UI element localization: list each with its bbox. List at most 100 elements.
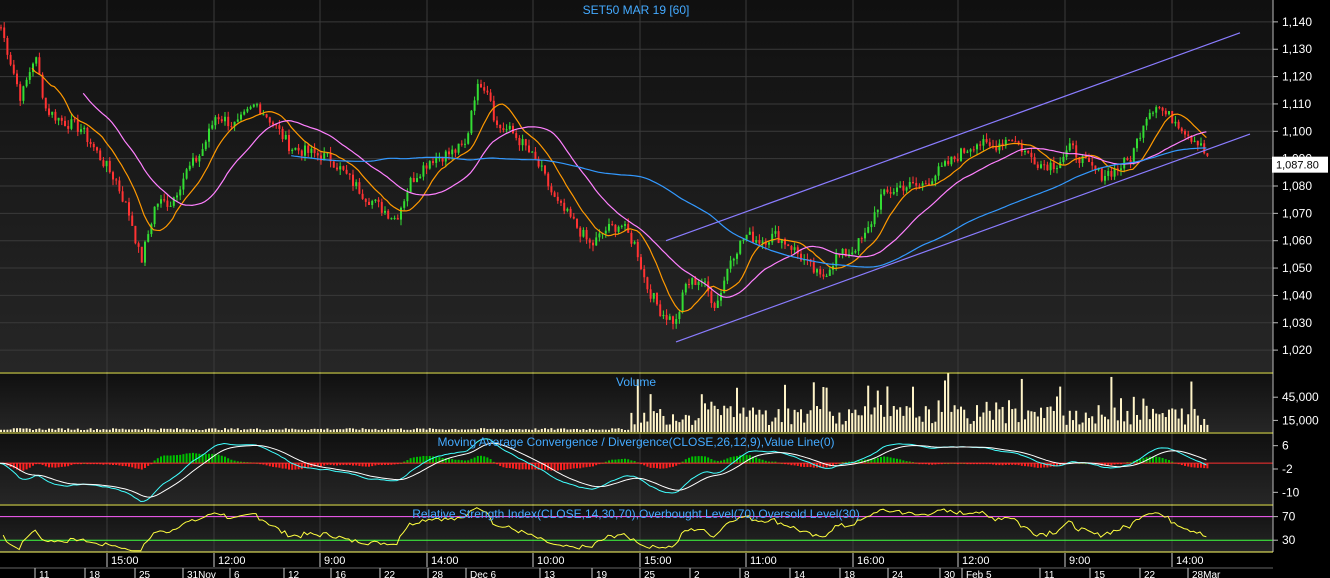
volume-bar bbox=[1184, 424, 1186, 432]
candle-body bbox=[38, 57, 41, 75]
candle-body bbox=[592, 242, 594, 246]
volume-bar bbox=[144, 428, 146, 432]
volume-bar bbox=[281, 429, 284, 432]
volume-bar bbox=[268, 429, 271, 432]
candle-body bbox=[1126, 158, 1129, 161]
candle-body bbox=[51, 111, 54, 115]
price-tick-label: 1,130 bbox=[1282, 42, 1312, 56]
candle-body bbox=[99, 150, 102, 161]
candle-body bbox=[48, 108, 50, 115]
macd-histogram-bar bbox=[579, 463, 582, 469]
volume-bar bbox=[873, 407, 876, 432]
volume-bar bbox=[505, 429, 508, 432]
candle-body bbox=[873, 212, 876, 225]
candle-body bbox=[336, 167, 338, 170]
candle-body bbox=[249, 106, 252, 109]
volume-bar bbox=[1152, 408, 1154, 432]
volume-bar bbox=[1161, 413, 1164, 432]
volume-bar bbox=[1164, 417, 1167, 432]
volume-bar bbox=[166, 428, 169, 432]
candle-body bbox=[294, 147, 297, 150]
volume-panel-title: Volume bbox=[616, 375, 656, 389]
volume-bar bbox=[662, 415, 665, 432]
candle-body bbox=[656, 293, 658, 305]
volume-bar bbox=[531, 429, 534, 432]
volume-bar bbox=[227, 429, 230, 432]
volume-bar bbox=[422, 428, 425, 432]
candle-body bbox=[643, 269, 646, 278]
volume-bar bbox=[339, 429, 342, 432]
macd-histogram-bar bbox=[368, 463, 370, 467]
volume-bar bbox=[694, 420, 697, 432]
volume-bar bbox=[854, 409, 857, 432]
volume-bar bbox=[934, 421, 937, 432]
candle-body bbox=[483, 87, 486, 91]
candle-body bbox=[140, 246, 143, 263]
volume-bar bbox=[400, 428, 402, 432]
volume-bar bbox=[345, 428, 348, 432]
volume-bar bbox=[492, 428, 495, 432]
volume-bar bbox=[115, 428, 118, 432]
candle-body bbox=[76, 120, 79, 132]
candle-body bbox=[649, 289, 652, 299]
macd-histogram-bar bbox=[163, 455, 166, 464]
candle-body bbox=[83, 127, 86, 130]
x-date-tick-label: 15 bbox=[1094, 570, 1106, 578]
candle-body bbox=[368, 201, 370, 206]
volume-bar bbox=[809, 410, 812, 432]
volume-bar bbox=[668, 424, 671, 432]
volume-bar bbox=[876, 390, 879, 432]
candle-body bbox=[300, 150, 303, 156]
candle-body bbox=[384, 210, 386, 213]
candle-body bbox=[163, 199, 166, 201]
volume-bar bbox=[940, 411, 943, 432]
volume-bar bbox=[374, 428, 377, 432]
volume-bar bbox=[656, 413, 658, 432]
candle-body bbox=[902, 185, 905, 191]
volume-bar bbox=[470, 429, 473, 432]
volume-bar bbox=[905, 406, 908, 432]
macd-histogram-bar bbox=[128, 463, 130, 467]
volume-bar bbox=[6, 429, 9, 432]
price-tick-label: 1,140 bbox=[1282, 15, 1312, 29]
candle-body bbox=[1036, 164, 1039, 168]
macd-histogram-bar bbox=[729, 457, 732, 464]
candle-body bbox=[121, 191, 124, 202]
last-price-tag: 1,087.80 bbox=[1272, 156, 1328, 173]
macd-histogram-bar bbox=[22, 463, 25, 471]
x-date-tick-label: 8 bbox=[744, 570, 750, 578]
candle-body bbox=[227, 116, 230, 127]
volume-bar bbox=[403, 429, 406, 432]
macd-histogram-bar bbox=[483, 456, 486, 464]
macd-histogram-bar bbox=[1164, 459, 1167, 464]
macd-histogram-bar bbox=[572, 463, 575, 469]
volume-bar bbox=[1132, 396, 1135, 432]
volume-bar bbox=[86, 429, 89, 432]
volume-bar bbox=[336, 429, 338, 432]
volume-bar bbox=[371, 429, 374, 432]
volume-bar bbox=[1155, 413, 1158, 432]
volume-bar bbox=[1001, 406, 1004, 432]
macd-histogram-bar bbox=[51, 463, 54, 468]
macd-histogram-bar bbox=[451, 459, 454, 464]
volume-bar bbox=[998, 409, 1001, 432]
candle-body bbox=[560, 200, 562, 203]
macd-histogram-bar bbox=[57, 463, 60, 468]
volume-bar bbox=[985, 401, 988, 432]
candle-body bbox=[646, 277, 649, 290]
candle-body bbox=[732, 258, 735, 261]
candle-body bbox=[252, 104, 255, 107]
candle-body bbox=[134, 225, 137, 244]
volume-bar bbox=[1187, 414, 1190, 432]
volume-bar bbox=[390, 429, 393, 432]
candle-body bbox=[1014, 141, 1017, 143]
candle-body bbox=[1136, 138, 1138, 149]
volume-bar bbox=[582, 429, 585, 432]
volume-bar bbox=[796, 412, 799, 432]
candle-body bbox=[316, 153, 319, 156]
volume-bar bbox=[832, 415, 834, 432]
volume-bar bbox=[784, 384, 786, 432]
volume-bar bbox=[435, 429, 438, 432]
volume-bar bbox=[147, 428, 150, 432]
macd-histogram-bar bbox=[515, 463, 518, 469]
